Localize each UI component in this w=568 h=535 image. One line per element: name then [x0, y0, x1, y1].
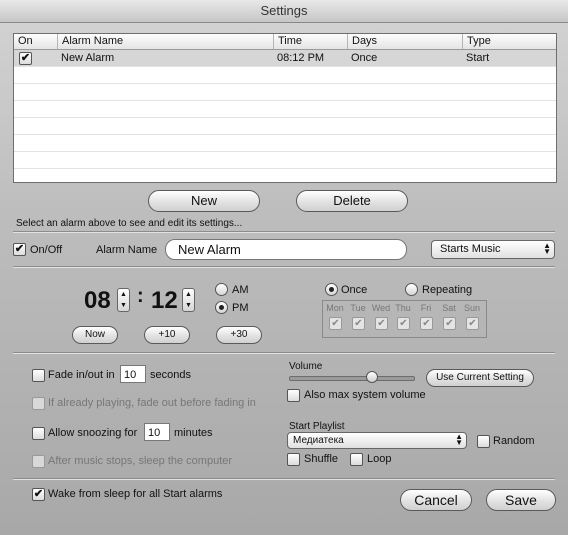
table-row[interactable]: ✔ New Alarm 08:12 PM Once Start: [14, 50, 556, 67]
day-checkbox-sat[interactable]: ✔: [443, 317, 456, 330]
max-volume-label: Also max system volume: [304, 389, 426, 401]
save-button[interactable]: Save: [486, 489, 556, 511]
alarm-table[interactable]: On Alarm Name Time Days Type ✔ New Alarm…: [13, 33, 557, 183]
loop-label: Loop: [367, 453, 392, 465]
table-row-empty: [14, 135, 556, 152]
wake-checkbox[interactable]: ✔: [32, 488, 45, 501]
table-header: On Alarm Name Time Days Type: [14, 34, 556, 50]
day-checkbox-thu[interactable]: ✔: [397, 317, 410, 330]
playlist-value: Медиатека: [293, 435, 344, 446]
alarm-name-input[interactable]: New Alarm: [165, 239, 407, 260]
new-button[interactable]: New: [148, 190, 260, 212]
divider: [13, 352, 555, 354]
plus30-button[interactable]: +30: [216, 326, 262, 344]
volume-label: Volume: [289, 361, 323, 372]
hour-stepper[interactable]: ▲ ▼: [117, 288, 130, 312]
table-row-empty: [14, 84, 556, 101]
table-row-empty: [14, 101, 556, 118]
shuffle-label: Shuffle: [304, 453, 339, 465]
day-label-sat: Sat: [442, 303, 456, 313]
cancel-button[interactable]: Cancel: [400, 489, 472, 511]
sleep-label: After music stops, sleep the computer: [48, 455, 233, 467]
pm-label: PM: [232, 302, 249, 314]
table-row-empty: [14, 67, 556, 84]
day-checkbox-wed[interactable]: ✔: [375, 317, 388, 330]
minute-stepper[interactable]: ▲ ▼: [182, 288, 195, 312]
onoff-label: On/Off: [30, 244, 63, 256]
day-label-fri: Fri: [420, 303, 432, 313]
loop-checkbox[interactable]: [350, 453, 363, 466]
alarm-type-cell: Start: [466, 52, 490, 64]
alarm-name-label: Alarm Name: [96, 244, 158, 256]
selection-hint: Select an alarm above to see and edit it…: [16, 218, 243, 229]
divider: [13, 231, 555, 233]
day-checkbox-tue[interactable]: ✔: [352, 317, 365, 330]
now-button[interactable]: Now: [72, 326, 118, 344]
alarm-type-value: Starts Music: [440, 243, 501, 255]
column-header-days[interactable]: Days: [347, 34, 460, 49]
day-label-mon: Mon: [326, 303, 344, 313]
alarm-type-popup[interactable]: Starts Music ▲ ▼: [431, 240, 555, 259]
column-header-on[interactable]: On: [14, 34, 58, 49]
volume-slider-knob[interactable]: [366, 371, 378, 383]
divider: [13, 478, 555, 480]
day-label-thu: Thu: [395, 303, 411, 313]
day-checkbox-mon[interactable]: ✔: [329, 317, 342, 330]
table-row-empty: [14, 152, 556, 169]
snooze-minutes-input[interactable]: 10: [144, 423, 170, 441]
pm-radio[interactable]: [215, 301, 228, 314]
volume-slider-track[interactable]: [289, 376, 415, 381]
time-colon: :: [137, 285, 144, 307]
popup-arrows-icon: ▲ ▼: [543, 241, 551, 256]
alarm-name-cell: New Alarm: [61, 52, 115, 64]
window-title: Settings: [0, 0, 568, 23]
column-header-name[interactable]: Alarm Name: [57, 34, 272, 49]
plus10-button[interactable]: +10: [144, 326, 190, 344]
am-label: AM: [232, 284, 249, 296]
column-header-type[interactable]: Type: [462, 34, 556, 49]
shuffle-checkbox[interactable]: [287, 453, 300, 466]
snooze-checkbox[interactable]: [32, 427, 45, 440]
random-checkbox[interactable]: [477, 435, 490, 448]
random-label: Random: [493, 435, 535, 447]
minute-display[interactable]: 12: [151, 287, 178, 315]
column-header-time[interactable]: Time: [273, 34, 344, 49]
once-radio[interactable]: [325, 283, 338, 296]
snooze-label: Allow snoozing for: [48, 427, 138, 439]
alarm-days-cell: Once: [351, 52, 378, 64]
alarm-enabled-checkbox[interactable]: ✔: [19, 52, 32, 65]
onoff-checkbox[interactable]: ✔: [13, 243, 26, 256]
delete-button[interactable]: Delete: [296, 190, 408, 212]
repeating-label: Repeating: [422, 284, 473, 296]
once-label: Once: [341, 284, 368, 296]
fade-seconds-input[interactable]: 10: [120, 365, 146, 383]
sleep-checkbox[interactable]: [32, 455, 45, 468]
weekday-group: Mon Tue Wed Thu Fri Sat Sun ✔ ✔ ✔ ✔ ✔ ✔ …: [322, 300, 487, 338]
fade-label: Fade in/out in: [48, 369, 115, 381]
day-label-wed: Wed: [371, 303, 391, 313]
table-row-empty: [14, 118, 556, 135]
repeating-radio[interactable]: [405, 283, 418, 296]
max-volume-checkbox[interactable]: [287, 389, 300, 402]
snooze-unit: minutes: [174, 427, 213, 439]
popup-arrows-icon: ▲ ▼: [455, 432, 463, 447]
playlist-label: Start Playlist: [289, 421, 345, 432]
fade-unit: seconds: [150, 369, 191, 381]
hour-display[interactable]: 08: [84, 287, 111, 315]
table-row-empty: [14, 169, 556, 182]
divider: [13, 266, 555, 268]
fade-checkbox: [32, 369, 45, 382]
wake-label: Wake from sleep for all Start alarms: [48, 488, 223, 500]
playlist-popup[interactable]: Медиатека ▲ ▼: [287, 432, 467, 449]
use-current-setting-button[interactable]: Use Current Setting: [426, 369, 534, 387]
day-label-tue: Tue: [350, 303, 366, 313]
fade-playing-checkbox[interactable]: [32, 397, 45, 410]
day-checkbox-fri[interactable]: ✔: [420, 317, 433, 330]
fade-playing-label: If already playing, fade out before fadi…: [48, 397, 256, 409]
day-label-sun: Sun: [463, 303, 480, 313]
am-radio[interactable]: [215, 283, 228, 296]
alarm-time-cell: 08:12 PM: [277, 52, 325, 64]
day-checkbox-sun[interactable]: ✔: [466, 317, 479, 330]
